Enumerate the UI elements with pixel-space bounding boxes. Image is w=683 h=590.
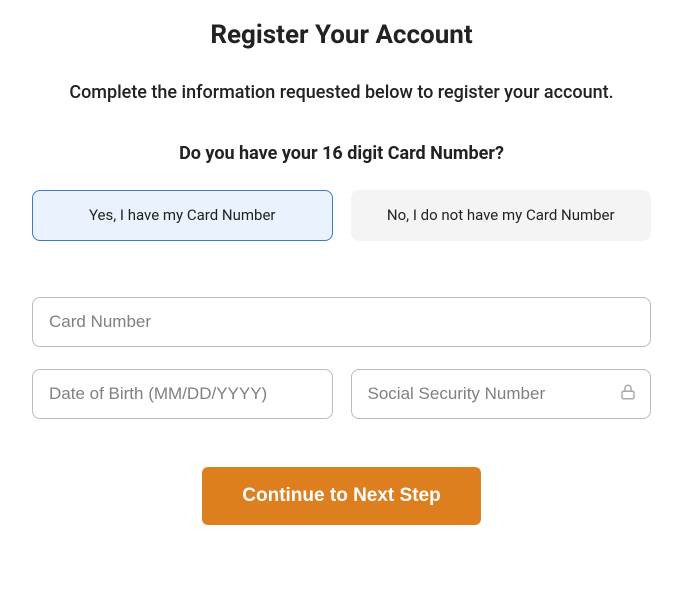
card-number-group [32,297,651,347]
ssn-wrapper [351,369,652,419]
card-question: Do you have your 16 digit Card Number? [32,143,651,164]
page-title: Register Your Account [32,20,651,50]
card-number-input[interactable] [32,297,651,347]
option-yes[interactable]: Yes, I have my Card Number [32,190,333,241]
dob-input[interactable] [32,369,333,419]
option-no[interactable]: No, I do not have my Card Number [351,190,652,241]
instruction-text: Complete the information requested below… [32,82,651,103]
dob-wrapper [32,369,333,419]
ssn-input[interactable] [351,369,652,419]
continue-button[interactable]: Continue to Next Step [202,467,480,525]
option-row: Yes, I have my Card Number No, I do not … [32,190,651,241]
input-row [32,369,651,419]
